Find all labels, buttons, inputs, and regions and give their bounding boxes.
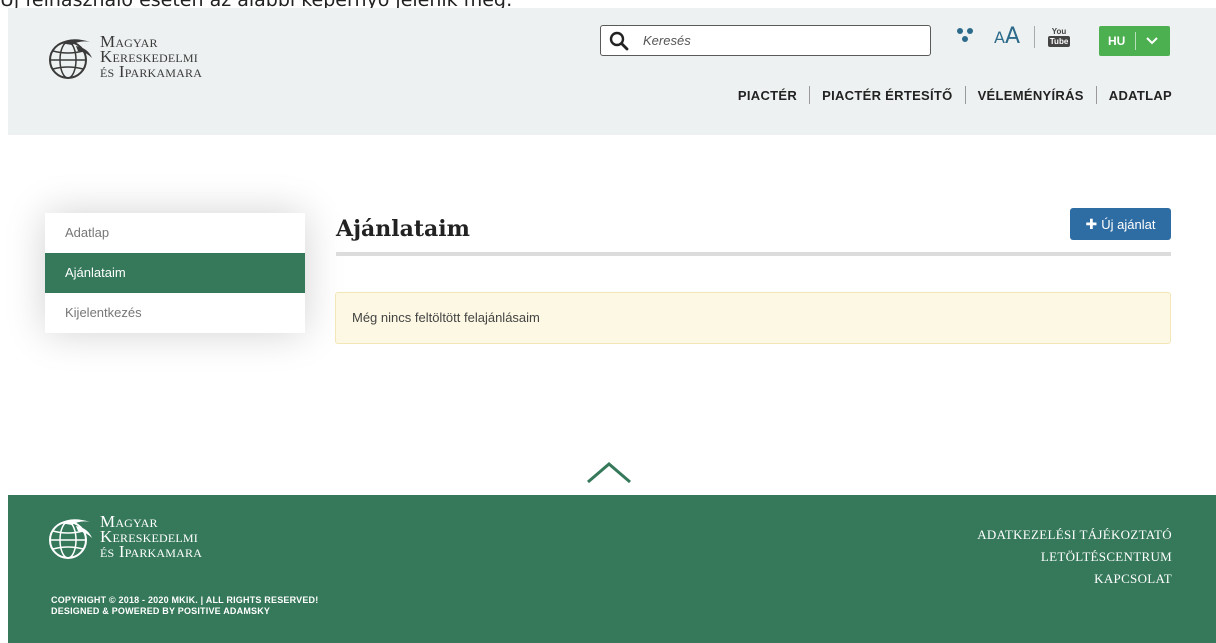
site-footer: Magyar Kereskedelmi és Iparkamara COPYRI… xyxy=(8,495,1216,643)
youtube-icon[interactable]: You Tube xyxy=(1047,27,1071,47)
sidebar-item-adatlap[interactable]: Adatlap xyxy=(45,213,305,253)
account-sidebar: Adatlap Ajánlataim Kijelentkezés xyxy=(45,213,305,333)
chevron-down-icon xyxy=(1146,34,1159,48)
scroll-to-top-button[interactable] xyxy=(586,460,632,486)
main-nav: PIACTÉR PIACTÉR ÉRTESÍTŐ VÉLEMÉNYÍRÁS AD… xyxy=(726,86,1172,104)
tools-divider xyxy=(1034,26,1036,48)
font-size-icon[interactable]: A A xyxy=(994,24,1021,49)
plus-icon: ✚ xyxy=(1085,215,1098,232)
empty-state-alert: Még nincs feltöltött felajánlásaim xyxy=(335,292,1171,344)
site-header: Magyar Kereskedelmi és Iparkamara Keresé… xyxy=(8,8,1216,135)
nav-item-adatlap[interactable]: ADATLAP xyxy=(1097,88,1172,103)
chevron-up-icon xyxy=(587,462,631,484)
footer-links: ADATKEZELÉSI TÁJÉKOZTATÓ LETÖLTÉSCENTRUM… xyxy=(977,524,1172,590)
brand-line-3: és Iparkamara xyxy=(100,62,203,81)
search-placeholder: Keresés xyxy=(643,33,691,48)
powered-by-text: DESIGNED & POWERED BY POSITIVE ADAMSKY xyxy=(51,606,271,616)
footer-copyright: COPYRIGHT © 2018 - 2020 MKIK. | ALL RIGH… xyxy=(51,595,318,617)
sidebar-item-ajanlataim[interactable]: Ajánlataim xyxy=(45,253,305,293)
page-title: Ajánlataim xyxy=(336,216,470,242)
footer-brand-line-3: és Iparkamara xyxy=(100,542,203,561)
youtube-label-top: You xyxy=(1051,27,1067,36)
footer-link-adatkezelesi[interactable]: ADATKEZELÉSI TÁJÉKOZTATÓ xyxy=(977,524,1172,546)
header-tools: A A You Tube xyxy=(956,24,1071,49)
header-logo[interactable]: Magyar Kereskedelmi és Iparkamara xyxy=(46,33,203,82)
footer-logo[interactable]: Magyar Kereskedelmi és Iparkamara xyxy=(46,513,203,562)
new-offer-button[interactable]: ✚ Új ajánlat xyxy=(1070,208,1171,240)
copyright-text: COPYRIGHT © 2018 - 2020 MKIK. | ALL RIGH… xyxy=(51,595,319,605)
new-offer-label: Új ajánlat xyxy=(1101,216,1156,232)
page-caption: Új felhasználó esetén az alábbi képernyő… xyxy=(0,0,512,8)
sidebar-item-kijelentkezes[interactable]: Kijelentkezés xyxy=(45,293,305,333)
footer-link-kapcsolat[interactable]: KAPCSOLAT xyxy=(977,568,1172,590)
contrast-dots-icon[interactable] xyxy=(956,27,980,48)
footer-link-letoltescentrum[interactable]: LETÖLTÉSCENTRUM xyxy=(977,546,1172,568)
youtube-label-bottom: Tube xyxy=(1047,36,1071,47)
nav-item-piacter-ertesito[interactable]: PIACTÉR ÉRTESÍTŐ xyxy=(810,88,964,103)
language-code: HU xyxy=(1099,32,1137,50)
font-size-small: A xyxy=(994,28,1005,47)
title-divider xyxy=(336,252,1171,256)
language-selector[interactable]: HU xyxy=(1099,26,1170,56)
empty-state-message: Még nincs feltöltött felajánlásaim xyxy=(352,310,540,325)
globe-logo-icon xyxy=(49,519,92,559)
globe-logo-icon xyxy=(49,39,92,79)
nav-item-piacter[interactable]: PIACTÉR xyxy=(726,88,809,103)
font-size-large: A xyxy=(1004,24,1021,49)
search-icon[interactable] xyxy=(601,31,637,51)
search-field[interactable]: Keresés xyxy=(600,25,931,56)
nav-item-velemenyiras[interactable]: VÉLEMÉNYÍRÁS xyxy=(966,88,1096,103)
